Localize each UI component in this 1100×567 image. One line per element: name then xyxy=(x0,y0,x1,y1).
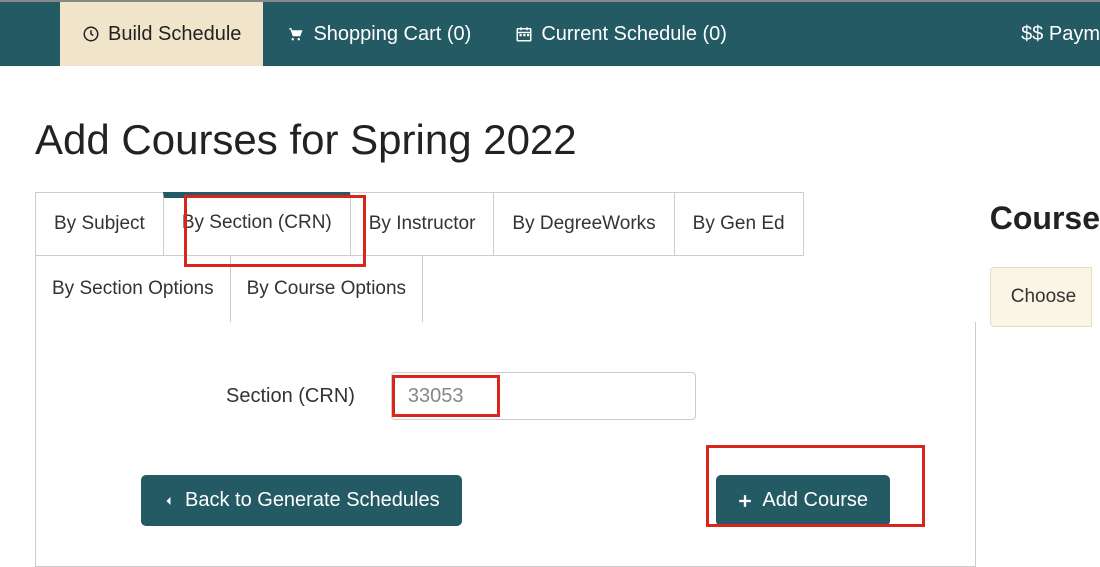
nav-paym[interactable]: $$ Paym xyxy=(999,2,1100,66)
chevron-left-icon xyxy=(163,493,175,509)
side-heading: Course xyxy=(990,200,1100,237)
tab-by-section-crn[interactable]: By Section (CRN) xyxy=(163,192,351,256)
sub-tab-by-section-options-label: By Section Options xyxy=(52,278,214,299)
tab-by-section-crn-label: By Section (CRN) xyxy=(182,212,332,233)
nav-build-schedule-label: Build Schedule xyxy=(108,23,241,46)
tab-row: By Subject By Section (CRN) By Instructo… xyxy=(35,192,1100,256)
page-title: Add Courses for Spring 2022 xyxy=(35,116,1100,164)
sub-tab-by-course-options-label: By Course Options xyxy=(247,278,406,299)
section-crn-label: Section (CRN) xyxy=(226,385,355,408)
nav-build-schedule[interactable]: Build Schedule xyxy=(60,2,263,66)
tab-by-degreeworks[interactable]: By DegreeWorks xyxy=(493,192,674,256)
clock-icon xyxy=(82,25,100,43)
plus-icon xyxy=(738,494,752,508)
add-course-button-label: Add Course xyxy=(762,489,868,512)
calendar-icon xyxy=(515,25,533,43)
choose-box[interactable]: Choose xyxy=(990,267,1092,327)
choose-box-label: Choose xyxy=(1011,286,1077,307)
form-row-section-crn: Section (CRN) xyxy=(226,372,945,420)
tab-by-instructor[interactable]: By Instructor xyxy=(350,192,495,256)
section-crn-input[interactable] xyxy=(391,372,696,420)
sub-tab-row: By Section Options By Course Options xyxy=(35,255,1100,323)
main-navbar: Build Schedule Shopping Cart (0) Current… xyxy=(0,2,1100,66)
back-button-label: Back to Generate Schedules xyxy=(185,489,440,512)
sub-tab-by-section-options[interactable]: By Section Options xyxy=(35,255,231,323)
cart-icon xyxy=(285,25,305,43)
content-area: Add Courses for Spring 2022 By Subject B… xyxy=(0,66,1100,567)
nav-current-schedule-label: Current Schedule (0) xyxy=(541,23,727,46)
nav-shopping-cart[interactable]: Shopping Cart (0) xyxy=(263,2,493,66)
sub-tab-by-course-options[interactable]: By Course Options xyxy=(230,255,423,323)
add-course-button[interactable]: Add Course xyxy=(716,475,890,526)
tab-by-gened-label: By Gen Ed xyxy=(693,213,785,234)
side-panel: Course Choose xyxy=(990,200,1100,327)
tab-by-instructor-label: By Instructor xyxy=(369,213,476,234)
nav-shopping-cart-label: Shopping Cart (0) xyxy=(313,23,471,46)
tab-by-gened[interactable]: By Gen Ed xyxy=(674,192,804,256)
back-button[interactable]: Back to Generate Schedules xyxy=(141,475,462,526)
button-row: Back to Generate Schedules Add Course xyxy=(66,475,945,526)
tab-by-degreeworks-label: By DegreeWorks xyxy=(512,213,655,234)
tab-by-subject-label: By Subject xyxy=(54,213,145,234)
form-panel: Section (CRN) Back to Generate Schedules xyxy=(35,322,976,567)
nav-paym-label: $$ Paym xyxy=(1021,23,1100,46)
nav-current-schedule[interactable]: Current Schedule (0) xyxy=(493,2,749,66)
tab-by-subject[interactable]: By Subject xyxy=(35,192,164,256)
